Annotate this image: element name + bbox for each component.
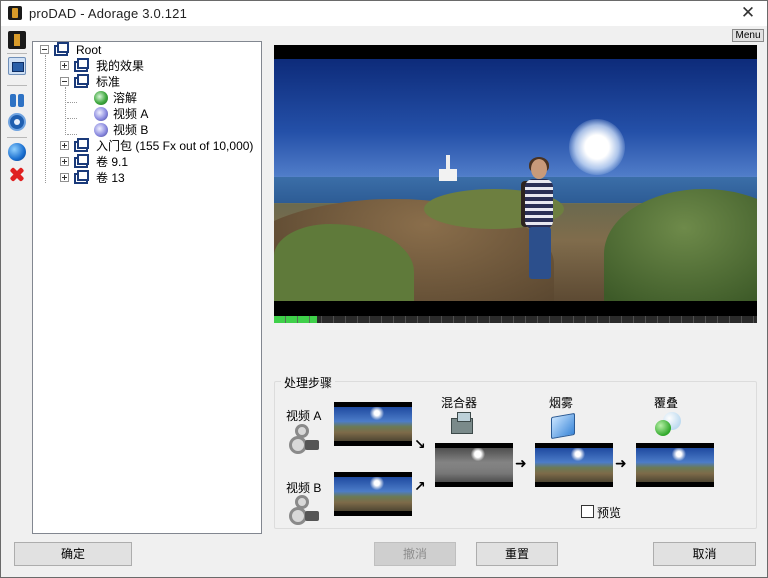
folder-icon bbox=[74, 74, 90, 88]
arrow-right-icon: ➜ bbox=[615, 455, 627, 471]
progress-ticks bbox=[274, 316, 757, 323]
tree-label: 我的效果 bbox=[96, 59, 145, 73]
mixer-icon[interactable] bbox=[449, 412, 475, 436]
tree-label: 卷 13 bbox=[96, 171, 125, 185]
video-b-thumbnail[interactable] bbox=[334, 472, 412, 516]
binoculars-icon[interactable] bbox=[8, 91, 26, 109]
cancel-button[interactable]: 取消 bbox=[653, 542, 756, 566]
video-a-label: 视频 A bbox=[286, 409, 322, 423]
fog-icon[interactable] bbox=[551, 412, 575, 440]
tree-line bbox=[67, 102, 77, 103]
overlay-label: 覆叠 bbox=[654, 396, 679, 410]
tree-label: Root bbox=[76, 43, 102, 57]
group-title: 处理步骤 bbox=[281, 374, 336, 391]
tree-label: 溶解 bbox=[113, 91, 138, 105]
preview-window bbox=[274, 45, 757, 316]
expand-icon[interactable] bbox=[60, 61, 69, 70]
tree-line bbox=[65, 87, 66, 135]
folder-icon bbox=[74, 170, 90, 184]
collapse-icon[interactable] bbox=[60, 77, 69, 86]
video-effect-icon bbox=[94, 123, 108, 137]
folder-icon bbox=[54, 42, 70, 56]
tree-label: 入门包 (155 Fx out of 10,000) bbox=[96, 139, 254, 153]
video-effect-icon bbox=[94, 107, 108, 121]
tree-item-video-b[interactable]: 视频 B bbox=[94, 122, 244, 138]
undo-button[interactable]: 撤消 bbox=[374, 542, 456, 566]
fog-thumbnail[interactable] bbox=[535, 443, 613, 487]
toolbar-separator bbox=[7, 53, 27, 54]
tree-item-volume-13[interactable]: 卷 13 bbox=[60, 170, 250, 186]
app-logo-icon bbox=[8, 6, 22, 20]
playback-progress-bar[interactable] bbox=[274, 316, 757, 323]
fog-label: 烟雾 bbox=[549, 396, 574, 410]
toolbar-separator bbox=[7, 137, 27, 138]
tree-label: 视频 A bbox=[113, 107, 149, 121]
video-a-film-icon[interactable] bbox=[289, 424, 319, 454]
overlay-icon[interactable] bbox=[655, 412, 681, 436]
arrow-right-icon: ➜ bbox=[515, 455, 527, 471]
toolbar-separator bbox=[7, 85, 27, 86]
tree-line bbox=[67, 134, 77, 135]
tree-item-my-effects[interactable]: 我的效果 bbox=[60, 58, 250, 74]
mixer-label: 混合器 bbox=[441, 396, 478, 410]
tree-item-dissolve[interactable]: 溶解 bbox=[94, 90, 244, 106]
preview-checkbox[interactable] bbox=[581, 505, 594, 518]
folder-icon bbox=[74, 138, 90, 152]
screen-icon[interactable] bbox=[8, 57, 26, 75]
expand-icon[interactable] bbox=[60, 141, 69, 150]
video-a-thumbnail[interactable] bbox=[334, 402, 412, 446]
delete-icon[interactable] bbox=[8, 165, 26, 183]
tree-line bbox=[45, 55, 46, 183]
tree-label: 标准 bbox=[96, 75, 121, 89]
title-bar: proDAD - Adorage 3.0.121 ✕ bbox=[1, 1, 767, 26]
app-window: proDAD - Adorage 3.0.121 ✕ Root 我的效果 标准 … bbox=[0, 0, 768, 578]
tree-item-volume-9-1[interactable]: 卷 9.1 bbox=[60, 154, 250, 170]
close-button[interactable]: ✕ bbox=[737, 3, 759, 23]
window-title: proDAD - Adorage 3.0.121 bbox=[29, 6, 188, 21]
overlay-thumbnail[interactable] bbox=[636, 443, 714, 487]
menu-button[interactable]: Menu bbox=[732, 29, 764, 42]
collapse-icon[interactable] bbox=[40, 45, 49, 54]
ok-button[interactable]: 确定 bbox=[14, 542, 132, 566]
tree-item-starter-pack[interactable]: 入门包 (155 Fx out of 10,000) bbox=[60, 138, 260, 154]
mixer-thumbnail[interactable] bbox=[435, 443, 513, 487]
left-toolbar bbox=[5, 31, 29, 191]
reset-button[interactable]: 重置 bbox=[476, 542, 558, 566]
folder-icon bbox=[74, 154, 90, 168]
arrow-down-right-icon: ↘ bbox=[414, 436, 426, 452]
tree-item-video-a[interactable]: 视频 A bbox=[94, 106, 244, 122]
tree-label: 视频 B bbox=[113, 123, 149, 137]
gear-icon[interactable] bbox=[8, 113, 26, 131]
sphere-icon[interactable] bbox=[8, 143, 26, 161]
processing-steps-group: 处理步骤 视频 A 视频 B ↘ ↗ 混合器 ➜ 烟雾 ➜ 覆叠 预览 bbox=[274, 374, 757, 529]
video-b-label: 视频 B bbox=[286, 481, 322, 495]
tree-line bbox=[67, 118, 77, 119]
dissolve-effect-icon bbox=[94, 91, 108, 105]
expand-icon[interactable] bbox=[60, 157, 69, 166]
effects-tree[interactable]: Root 我的效果 标准 溶解 视频 A 视频 B 入门包 (155 Fx ou… bbox=[32, 41, 262, 534]
tree-item-root[interactable]: Root bbox=[40, 42, 240, 58]
folder-icon bbox=[74, 58, 90, 72]
preview-image bbox=[274, 59, 757, 301]
tree-label: 卷 9.1 bbox=[96, 155, 129, 169]
preview-checkbox-label: 预览 bbox=[597, 506, 622, 520]
arrow-up-right-icon: ↗ bbox=[414, 478, 426, 494]
expand-icon[interactable] bbox=[60, 173, 69, 182]
video-b-film-icon[interactable] bbox=[289, 495, 319, 525]
tree-item-standard[interactable]: 标准 bbox=[60, 74, 250, 90]
logo-icon[interactable] bbox=[8, 31, 26, 49]
